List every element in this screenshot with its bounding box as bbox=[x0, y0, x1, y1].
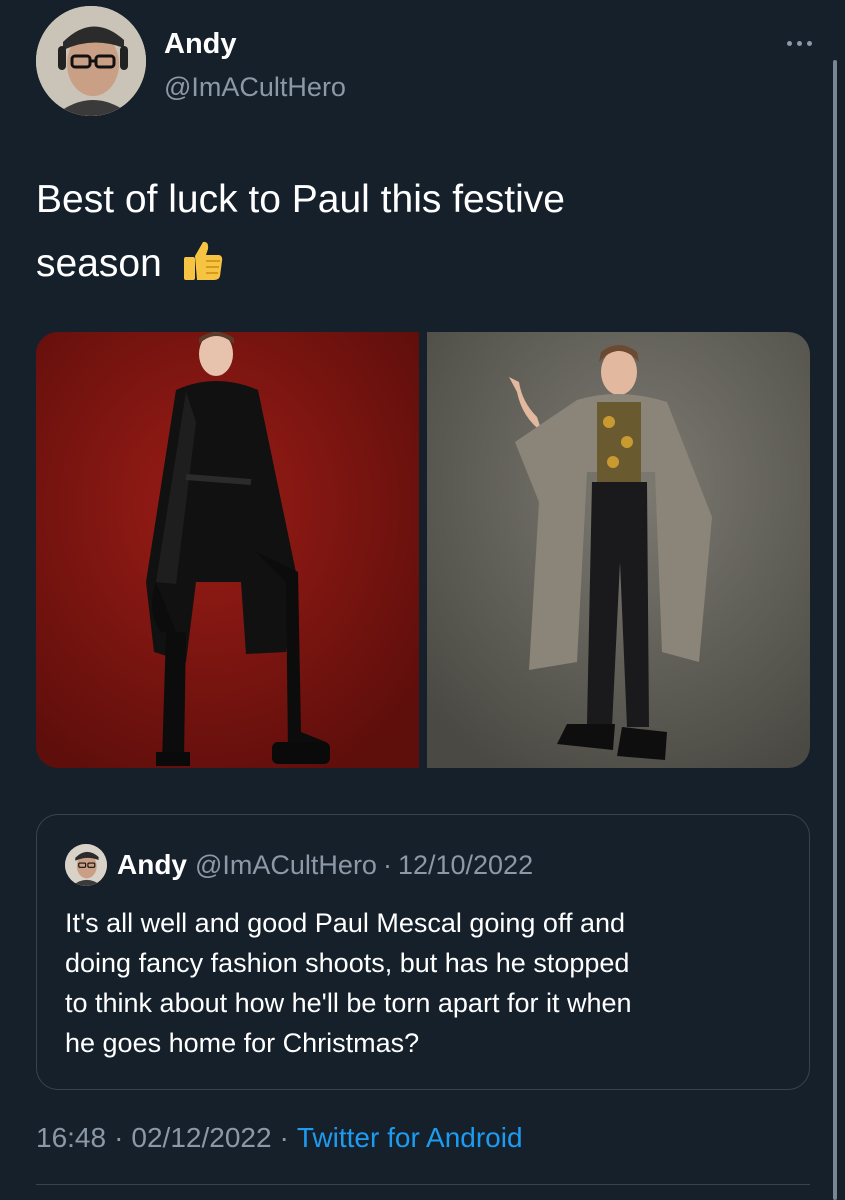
author-name[interactable]: Andy bbox=[164, 28, 237, 61]
tweet-metadata: 16:48 · 02/12/2022 · Twitter for Android bbox=[36, 1118, 523, 1158]
ellipsis-icon bbox=[796, 40, 802, 46]
quoted-date[interactable]: 12/10/2022 bbox=[398, 850, 533, 881]
quoted-text-line: he goes home for Christmas? bbox=[65, 1028, 420, 1058]
quoted-separator: · bbox=[382, 849, 392, 880]
tweet-text: Best of luck to Paul this festive season bbox=[36, 168, 796, 304]
quoted-text-line: to think about how he'll be torn apart f… bbox=[65, 988, 632, 1018]
author-handle[interactable]: @ImACultHero bbox=[164, 72, 346, 103]
tweet-time[interactable]: 16:48 bbox=[36, 1122, 106, 1154]
tweed-coat-photo-icon bbox=[427, 332, 810, 768]
tweet-media[interactable] bbox=[36, 332, 810, 768]
quoted-tweet-header: Andy @ImACultHero · 12/10/2022 bbox=[65, 843, 533, 887]
tweet-date[interactable]: 02/12/2022 bbox=[131, 1122, 271, 1154]
quoted-author-avatar[interactable] bbox=[65, 844, 107, 886]
more-options-button[interactable] bbox=[776, 28, 822, 58]
meta-separator: · bbox=[279, 1122, 289, 1153]
quoted-text-line: It's all well and good Paul Mescal going… bbox=[65, 908, 626, 938]
divider bbox=[36, 1184, 810, 1185]
meta-separator: · bbox=[114, 1122, 124, 1153]
author-avatar[interactable] bbox=[36, 6, 146, 116]
ellipsis-icon bbox=[806, 40, 812, 46]
ellipsis-icon bbox=[786, 40, 792, 46]
quoted-text-line: doing fancy fashion shoots, but has he s… bbox=[65, 948, 630, 978]
quoted-tweet[interactable]: Andy @ImACultHero · 12/10/2022 It's all … bbox=[36, 814, 810, 1090]
leather-coat-photo-icon bbox=[36, 332, 419, 768]
tweet-header: Andy @ImACultHero bbox=[36, 6, 826, 118]
scrollbar[interactable] bbox=[833, 60, 837, 1200]
quoted-tweet-text: It's all well and good Paul Mescal going… bbox=[65, 903, 785, 1063]
tweet-text-word: season bbox=[36, 242, 162, 285]
avatar-image bbox=[36, 6, 146, 116]
media-photo-left[interactable] bbox=[36, 332, 419, 768]
media-photo-right[interactable] bbox=[427, 332, 810, 768]
avatar-image bbox=[65, 844, 107, 886]
tweet-source-link[interactable]: Twitter for Android bbox=[297, 1122, 523, 1154]
tweet-text-line: Best of luck to Paul this festive bbox=[36, 178, 565, 221]
quoted-author-name[interactable]: Andy bbox=[117, 849, 187, 881]
tweet-text-line: season bbox=[36, 232, 796, 304]
thumbs-up-icon bbox=[179, 238, 225, 304]
quoted-author-handle[interactable]: @ImACultHero bbox=[195, 850, 377, 881]
